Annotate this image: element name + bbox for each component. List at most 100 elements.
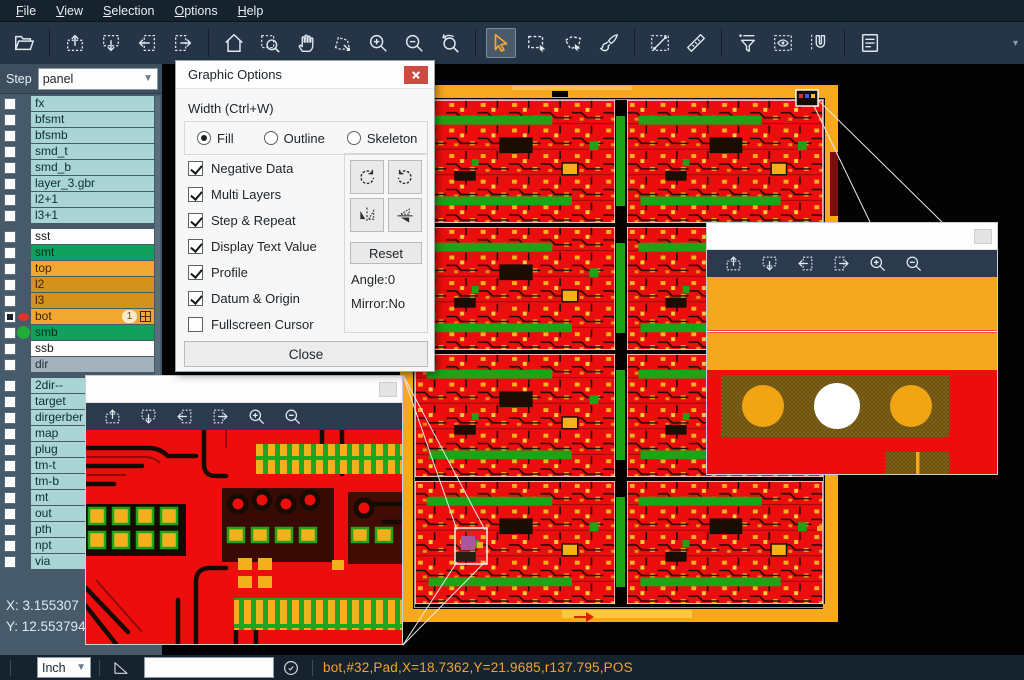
layer-row-l2plus1[interactable]: l2+1: [0, 192, 154, 207]
checkbox-icon[interactable]: [188, 317, 203, 332]
pan-left-icon[interactable]: [171, 405, 197, 429]
zoom-in-icon[interactable]: [243, 405, 269, 429]
layer-checkbox[interactable]: [4, 380, 16, 392]
zoom-preview-window-2[interactable]: [706, 222, 998, 475]
layer-row-l2[interactable]: l2: [0, 277, 154, 292]
zoom-polygon-icon[interactable]: [327, 28, 357, 58]
layer-checkbox[interactable]: [4, 396, 16, 408]
filter-icon[interactable]: [732, 28, 762, 58]
zoom-in-icon[interactable]: [363, 28, 393, 58]
layer-checkbox[interactable]: [4, 263, 16, 275]
layer-row-bfsmb[interactable]: bfsmb: [0, 128, 154, 143]
graphic-options-dialog[interactable]: Graphic Options Width (Ctrl+W) Fill Outl…: [175, 60, 435, 372]
pan-left-icon[interactable]: [132, 28, 162, 58]
properties-form-icon[interactable]: [855, 28, 885, 58]
ruler-icon[interactable]: [681, 28, 711, 58]
pan-down-icon[interactable]: [135, 405, 161, 429]
menu-selection[interactable]: Selection: [93, 2, 164, 20]
zoom-preview-window-1[interactable]: [85, 375, 403, 645]
measure-distance-icon[interactable]: [645, 28, 675, 58]
layer-row-layer3gbr[interactable]: layer_3.gbr: [0, 176, 154, 191]
layer-row-smd_b[interactable]: smd_b: [0, 160, 154, 175]
preview-title-bar[interactable]: [707, 223, 997, 250]
checkbox-icon[interactable]: [188, 187, 203, 202]
layer-checkbox[interactable]: [4, 194, 16, 206]
rotate-cw-button[interactable]: [350, 160, 384, 194]
zoom-in-icon[interactable]: [864, 252, 890, 276]
checkbox-icon[interactable]: [188, 291, 203, 306]
unit-select[interactable]: Inch ▼: [37, 657, 91, 678]
layer-checkbox[interactable]: [4, 412, 16, 424]
checkbox-fullscreen-cursor[interactable]: Fullscreen Cursor: [188, 315, 314, 333]
toolbar-overflow-icon[interactable]: ▾: [1013, 38, 1018, 49]
radio-outline[interactable]: Outline: [264, 131, 325, 146]
layer-checkbox[interactable]: [4, 359, 16, 371]
pan-up-icon[interactable]: [60, 28, 90, 58]
pan-right-icon[interactable]: [828, 252, 854, 276]
layer-checkbox[interactable]: [4, 343, 16, 355]
menu-view[interactable]: View: [46, 2, 93, 20]
open-folder-icon[interactable]: [9, 28, 39, 58]
snap-magnet-icon[interactable]: [804, 28, 834, 58]
close-icon[interactable]: [404, 66, 428, 84]
reset-button[interactable]: Reset: [350, 242, 422, 264]
radio-skeleton[interactable]: Skeleton: [347, 131, 418, 146]
layer-checkbox[interactable]: [4, 428, 16, 440]
mirror-vertical-button[interactable]: [350, 198, 384, 232]
zoom-previous-icon[interactable]: [435, 28, 465, 58]
layer-row-sst[interactable]: sst: [0, 229, 154, 244]
checkbox-icon[interactable]: [188, 213, 203, 228]
layer-checkbox[interactable]: [4, 146, 16, 158]
layer-row-smb[interactable]: smb: [0, 325, 154, 340]
layer-checkbox[interactable]: [4, 130, 16, 142]
zoom-out-icon[interactable]: [900, 252, 926, 276]
layer-checkbox[interactable]: [4, 311, 16, 323]
checkbox-step-repeat[interactable]: Step & Repeat: [188, 211, 296, 229]
mirror-horizontal-button[interactable]: [388, 198, 422, 232]
zoom-window-icon[interactable]: [255, 28, 285, 58]
preview-window-button[interactable]: [974, 229, 992, 244]
layer-row-ssb[interactable]: ssb: [0, 341, 154, 356]
pan-down-icon[interactable]: [96, 28, 126, 58]
angle-measure-icon[interactable]: [112, 659, 130, 677]
layer-checkbox[interactable]: [4, 162, 16, 174]
pan-left-icon[interactable]: [792, 252, 818, 276]
layer-checkbox[interactable]: [4, 508, 16, 520]
rect-select-icon[interactable]: [522, 28, 552, 58]
select-cursor-icon[interactable]: [486, 28, 516, 58]
polygon-select-icon[interactable]: [558, 28, 588, 58]
layer-row-top[interactable]: top: [0, 261, 154, 276]
rotate-ccw-button[interactable]: [388, 160, 422, 194]
preview-pcb-detail[interactable]: [707, 277, 997, 474]
checkbox-multi-layers[interactable]: Multi Layers: [188, 185, 281, 203]
layer-row-bfsmt[interactable]: bfsmt: [0, 112, 154, 127]
grid-icon[interactable]: [140, 311, 151, 322]
layer-row-l3[interactable]: l3: [0, 293, 154, 308]
checkbox-icon[interactable]: [188, 239, 203, 254]
layer-checkbox[interactable]: [4, 492, 16, 504]
layer-checkbox[interactable]: [4, 114, 16, 126]
layer-row-bot[interactable]: bot 1: [0, 309, 154, 324]
layer-row-smt[interactable]: smt: [0, 245, 154, 260]
layer-checkbox[interactable]: [4, 279, 16, 291]
pan-hand-icon[interactable]: [291, 28, 321, 58]
apply-command-icon[interactable]: [282, 659, 300, 677]
checkbox-datum-origin[interactable]: Datum & Origin: [188, 289, 300, 307]
layer-row-smd_t[interactable]: smd_t: [0, 144, 154, 159]
layer-checkbox[interactable]: [4, 540, 16, 552]
checkbox-icon[interactable]: [188, 265, 203, 280]
layer-checkbox[interactable]: [4, 178, 16, 190]
layer-checkbox[interactable]: [4, 295, 16, 307]
layer-checkbox[interactable]: [4, 444, 16, 456]
close-button[interactable]: Close: [184, 341, 428, 367]
layer-checkbox[interactable]: [4, 460, 16, 472]
radio-icon[interactable]: [264, 131, 278, 145]
layer-checkbox[interactable]: [4, 231, 16, 243]
menu-options[interactable]: Options: [164, 2, 227, 20]
layer-checkbox[interactable]: [4, 247, 16, 259]
layer-checkbox[interactable]: [4, 210, 16, 222]
dialog-title-bar[interactable]: Graphic Options: [176, 61, 434, 89]
view-box-icon[interactable]: [768, 28, 798, 58]
brush-clean-icon[interactable]: [594, 28, 624, 58]
pan-up-icon[interactable]: [99, 405, 125, 429]
